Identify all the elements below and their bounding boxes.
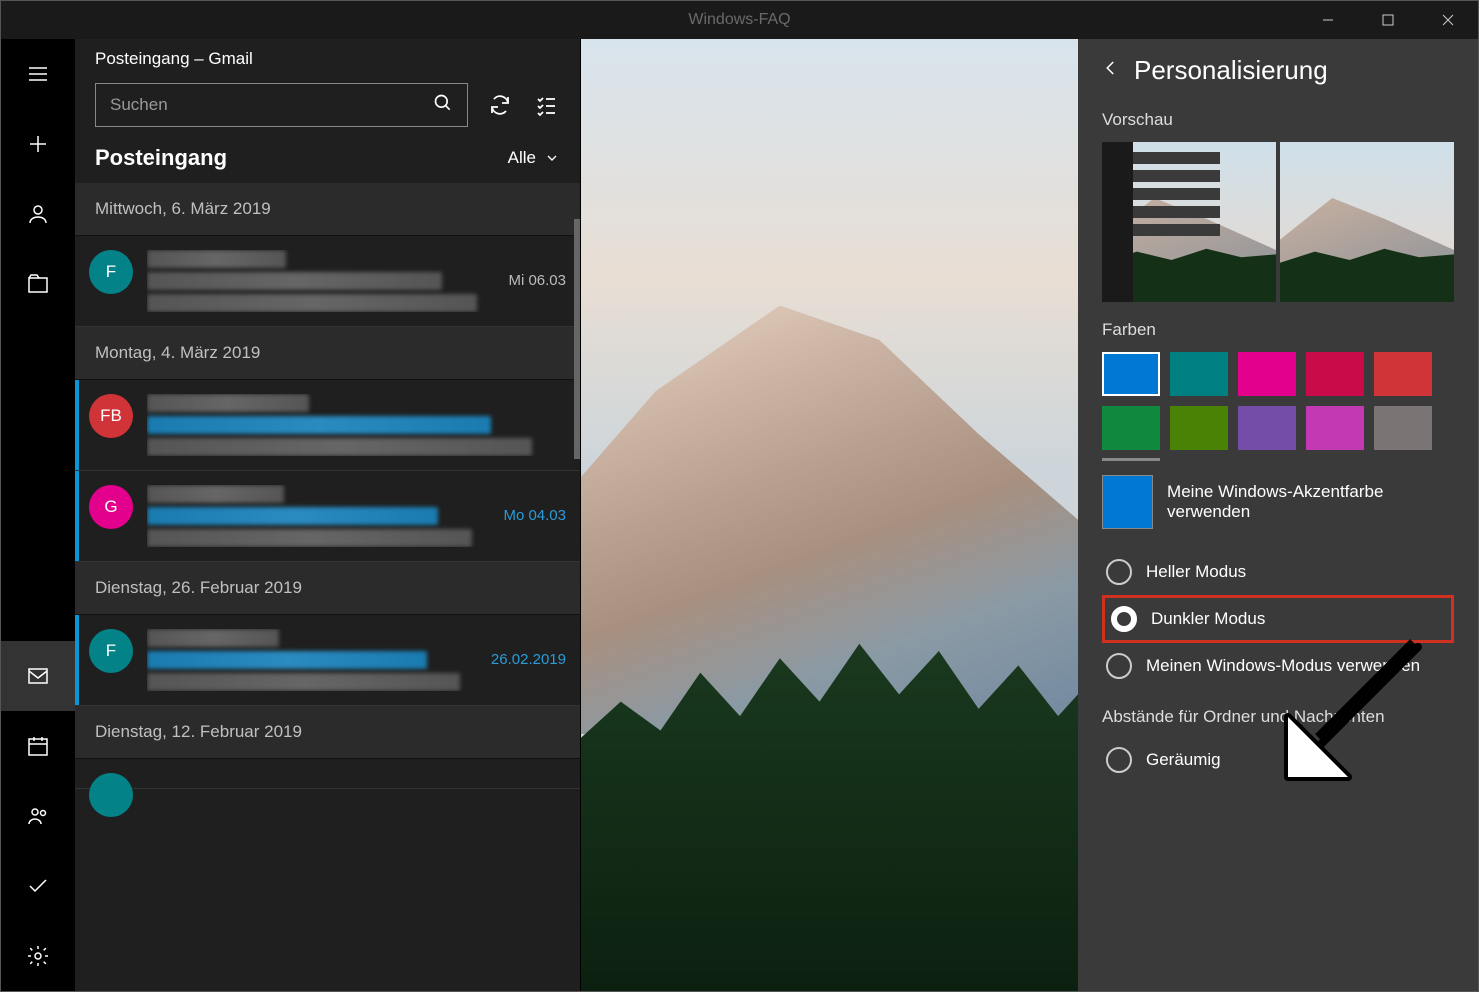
accounts-icon[interactable]: [1, 179, 75, 249]
message-preview: [147, 485, 489, 547]
color-swatch[interactable]: [1374, 406, 1432, 450]
settings-icon[interactable]: [1, 921, 75, 991]
color-swatch[interactable]: [1170, 352, 1228, 396]
inbox-title: Posteingang: [95, 145, 227, 171]
preview-label: Vorschau: [1102, 110, 1454, 130]
color-swatch[interactable]: [1374, 352, 1432, 396]
preview-dark: [1102, 142, 1276, 302]
date-header: Mittwoch, 6. März 2019: [75, 183, 580, 236]
sidebar: [1, 39, 75, 991]
avatar: G: [89, 485, 133, 529]
todo-icon[interactable]: [1, 851, 75, 921]
window-controls: [1298, 1, 1478, 39]
chevron-down-icon: [544, 150, 560, 166]
search-icon[interactable]: [433, 93, 453, 118]
avatar: FB: [89, 394, 133, 438]
back-button[interactable]: [1102, 59, 1120, 82]
color-swatch[interactable]: [1238, 406, 1296, 450]
people-icon[interactable]: [1, 781, 75, 851]
avatar: [89, 773, 133, 817]
avatar: F: [89, 250, 133, 294]
sync-icon[interactable]: [486, 91, 514, 119]
message-row[interactable]: F 26.02.2019: [75, 615, 580, 706]
message-preview: [147, 629, 477, 691]
app-window: Windows-FAQ: [0, 0, 1479, 992]
settings-title: Personalisierung: [1134, 55, 1328, 86]
mode-option-light[interactable]: Heller Modus: [1102, 549, 1454, 595]
message-preview: [147, 394, 552, 456]
preview-image: [1280, 142, 1454, 302]
message-row[interactable]: [75, 759, 580, 789]
account-title: Posteingang – Gmail: [95, 49, 560, 69]
message-list-pane: Posteingang – Gmail Posteingang Alle: [75, 39, 581, 991]
date-header: Montag, 4. März 2019: [75, 327, 580, 380]
filter-dropdown[interactable]: Alle: [508, 148, 560, 168]
message-date: Mo 04.03: [503, 507, 566, 524]
message-row[interactable]: F Mi 06.03: [75, 236, 580, 327]
avatar: F: [89, 629, 133, 673]
scrollbar[interactable]: [574, 219, 580, 991]
colors-label: Farben: [1102, 320, 1454, 340]
reading-pane-background: [581, 39, 1078, 991]
preview: [1102, 142, 1454, 302]
mail-icon[interactable]: [1, 641, 75, 711]
color-swatch[interactable]: [1306, 352, 1364, 396]
mode-label: Dunkler Modus: [1151, 609, 1265, 629]
maximize-button[interactable]: [1358, 1, 1418, 39]
color-swatch[interactable]: [1170, 406, 1228, 450]
message-date: 26.02.2019: [491, 651, 566, 668]
watermark: Windows-FAQ: [688, 11, 790, 29]
date-header: Dienstag, 26. Februar 2019: [75, 562, 580, 615]
color-grid: [1102, 352, 1454, 450]
search-box[interactable]: [95, 83, 468, 127]
accent-swatch: [1102, 475, 1153, 529]
radio-icon: [1111, 606, 1137, 632]
mode-label: Heller Modus: [1146, 562, 1246, 582]
filter-label: Alle: [508, 148, 536, 168]
titlebar: Windows-FAQ: [1, 1, 1478, 39]
color-swatch[interactable]: [1306, 406, 1364, 450]
list-header: Posteingang – Gmail Posteingang Alle: [75, 39, 580, 183]
accent-label: Meine Windows-Akzentfarbe verwenden: [1167, 482, 1454, 522]
select-mode-icon[interactable]: [532, 91, 560, 119]
close-button[interactable]: [1418, 1, 1478, 39]
color-swatch[interactable]: [1102, 406, 1160, 450]
accent-underline: [1102, 458, 1160, 461]
content: Posteingang – Gmail Posteingang Alle: [1, 39, 1478, 991]
calendar-icon[interactable]: [1, 711, 75, 781]
mode-option-dark[interactable]: Dunkler Modus: [1102, 595, 1454, 643]
date-header: Dienstag, 12. Februar 2019: [75, 706, 580, 759]
radio-icon: [1106, 559, 1132, 585]
message-preview: [147, 773, 552, 774]
radio-icon: [1106, 747, 1132, 773]
accent-option[interactable]: Meine Windows-Akzentfarbe verwenden: [1102, 475, 1454, 529]
settings-pane: Personalisierung Vorschau Farben Meine W…: [1078, 39, 1478, 991]
message-row[interactable]: FB: [75, 380, 580, 471]
message-preview: [147, 250, 494, 312]
menu-icon[interactable]: [1, 39, 75, 109]
message-row[interactable]: G Mo 04.03: [75, 471, 580, 562]
spacing-option-label: Geräumig: [1146, 750, 1221, 770]
message-list[interactable]: Mittwoch, 6. März 2019 F Mi 06.03 Montag, 4…: [75, 183, 580, 991]
color-swatch[interactable]: [1238, 352, 1296, 396]
message-date: Mi 06.03: [508, 272, 566, 289]
radio-icon: [1106, 653, 1132, 679]
color-swatch[interactable]: [1102, 352, 1160, 396]
annotation-arrow: [1248, 637, 1438, 792]
minimize-button[interactable]: [1298, 1, 1358, 39]
search-input[interactable]: [110, 95, 433, 115]
folders-icon[interactable]: [1, 249, 75, 319]
compose-icon[interactable]: [1, 109, 75, 179]
